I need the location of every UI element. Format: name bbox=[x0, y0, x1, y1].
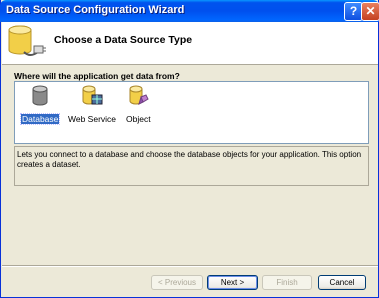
window-title: Data Source Configuration Wizard bbox=[6, 4, 185, 16]
type-label-web-service: Web Service bbox=[68, 114, 117, 124]
wizard-header: Choose a Data Source Type bbox=[2, 22, 378, 65]
finish-button[interactable]: Finish bbox=[262, 275, 312, 290]
next-button[interactable]: Next > bbox=[207, 275, 258, 290]
object-icon bbox=[129, 85, 149, 105]
type-item-web-service[interactable]: Web Service bbox=[67, 85, 117, 126]
title-bar[interactable]: Data Source Configuration Wizard ? ✕ bbox=[0, 0, 379, 22]
wizard-window: Data Source Configuration Wizard ? ✕ Cho… bbox=[0, 0, 379, 298]
type-label-database: Database bbox=[19, 113, 61, 125]
close-button[interactable]: ✕ bbox=[361, 2, 379, 21]
cancel-button[interactable]: Cancel bbox=[318, 275, 366, 290]
type-item-database[interactable]: Database bbox=[19, 85, 61, 126]
close-icon: ✕ bbox=[365, 4, 376, 18]
page-title: Choose a Data Source Type bbox=[54, 34, 193, 46]
data-source-type-list[interactable]: Database Web Service Object bbox=[14, 81, 369, 144]
database-icon bbox=[32, 85, 48, 106]
type-item-object[interactable]: Object bbox=[125, 85, 152, 126]
description-box: Lets you connect to a database and choos… bbox=[14, 146, 369, 186]
web-service-icon bbox=[82, 85, 103, 105]
previous-button[interactable]: < Previous bbox=[151, 275, 203, 290]
help-icon: ? bbox=[349, 4, 358, 18]
database-connection-icon bbox=[8, 25, 46, 56]
type-label-object: Object bbox=[126, 114, 151, 124]
separator bbox=[2, 265, 378, 267]
question-label: Where will the application get data from… bbox=[14, 71, 180, 81]
